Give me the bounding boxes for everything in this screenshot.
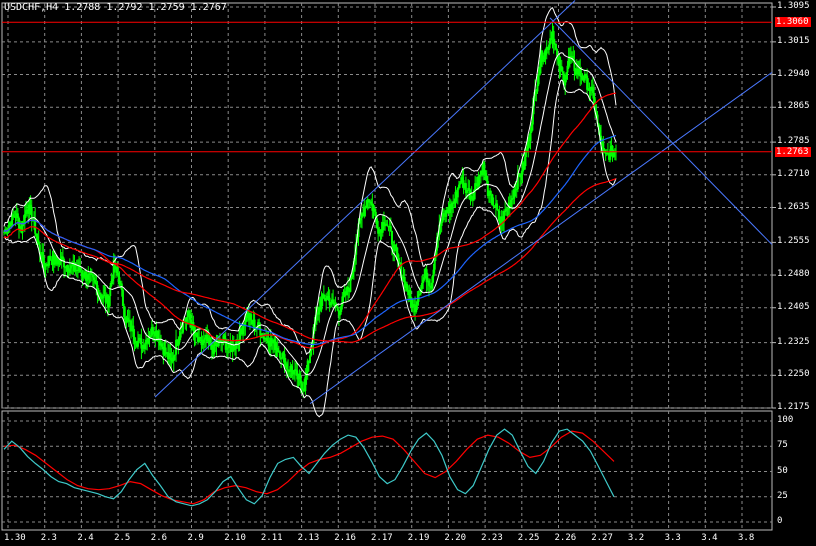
trendline-channel-lower [309, 71, 773, 405]
price-panel-frame [1, 2, 773, 409]
bollinger-lower-band [3, 79, 617, 418]
trendline-descending [549, 17, 773, 245]
time-axis-label: 3.4 [701, 533, 718, 543]
time-axis-label: 3.3 [664, 533, 681, 543]
time-axis-label: 2.4 [77, 533, 94, 543]
oscillator-level-label: 0 [777, 516, 783, 526]
time-axis-label: 1.30 [4, 533, 26, 543]
candle-body [63, 259, 66, 268]
price-level-tag: 1.2763 [775, 146, 811, 157]
price-axis-label: 1.2635 [777, 201, 810, 212]
oscillator-panel-frame [1, 410, 773, 531]
chart-title: USDCHF,H4 1.2788 1.2792 1.2759 1.2767 [4, 2, 227, 13]
time-axis-label: 2.9 [187, 533, 204, 543]
price-axis-label: 1.2405 [777, 301, 810, 312]
price-axis-label: 1.3015 [777, 35, 810, 46]
time-axis-label: 2.25 [517, 533, 540, 543]
moving-average-red [3, 92, 617, 349]
price-level-tag: 1.3060 [775, 17, 811, 28]
oscillator-level-label: 75 [777, 440, 788, 451]
price-axis-label: 1.2325 [777, 336, 810, 347]
stochastic-main-line [3, 428, 615, 507]
price-axis-label: 1.2555 [777, 236, 810, 247]
oscillator-level-label: 100 [777, 415, 794, 425]
time-axis-label: 2.13 [297, 533, 320, 543]
time-axis-label: 2.10 [224, 533, 246, 543]
candle-body [121, 289, 124, 307]
oscillator-level-label: 50 [777, 465, 788, 476]
candle-body [30, 207, 33, 221]
bollinger-upper-band [3, 7, 617, 356]
price-axis-label: 1.2940 [777, 68, 810, 79]
bollinger-middle-band [3, 52, 617, 376]
time-axis-label: 2.20 [444, 533, 467, 543]
price-axis-label: 1.2785 [777, 136, 810, 147]
time-axis-label: 2.16 [334, 533, 356, 543]
price-axis-label: 1.2865 [777, 101, 810, 112]
time-axis-label: 3.8 [738, 533, 755, 543]
candle-body [109, 286, 112, 297]
time-axis-label: 2.5 [114, 533, 131, 543]
price-axis-label: 1.3095 [777, 1, 810, 11]
time-axis-label: 2.23 [481, 533, 503, 543]
time-axis-label: 3.2 [627, 533, 645, 543]
time-axis-label: 2.11 [260, 533, 283, 543]
time-axis-label: 2.3 [40, 533, 57, 543]
candle-body [537, 75, 540, 85]
time-axis-label: 2.17 [371, 533, 393, 543]
candle-body [278, 351, 281, 358]
time-axis-label: 2.19 [407, 533, 430, 543]
candle-body [496, 203, 499, 210]
price-axis-label: 1.2710 [777, 168, 810, 179]
candle-body [524, 152, 527, 158]
time-axis-label: 2.26 [554, 533, 577, 543]
candle-body [389, 226, 392, 231]
time-axis-label: 2.27 [591, 533, 613, 543]
candle-body [349, 278, 352, 292]
price-axis-label: 1.2480 [777, 269, 810, 280]
candle-body [336, 306, 339, 311]
candle-body [529, 131, 532, 141]
oscillator-level-label: 25 [777, 490, 788, 501]
price-axis-label: 1.2250 [777, 369, 810, 380]
time-axis-label: 2.6 [150, 533, 168, 543]
candle-body [250, 314, 253, 320]
price-axis-label: 1.2175 [777, 402, 810, 412]
candle-body [602, 142, 605, 149]
chart-area[interactable] [0, 0, 816, 546]
